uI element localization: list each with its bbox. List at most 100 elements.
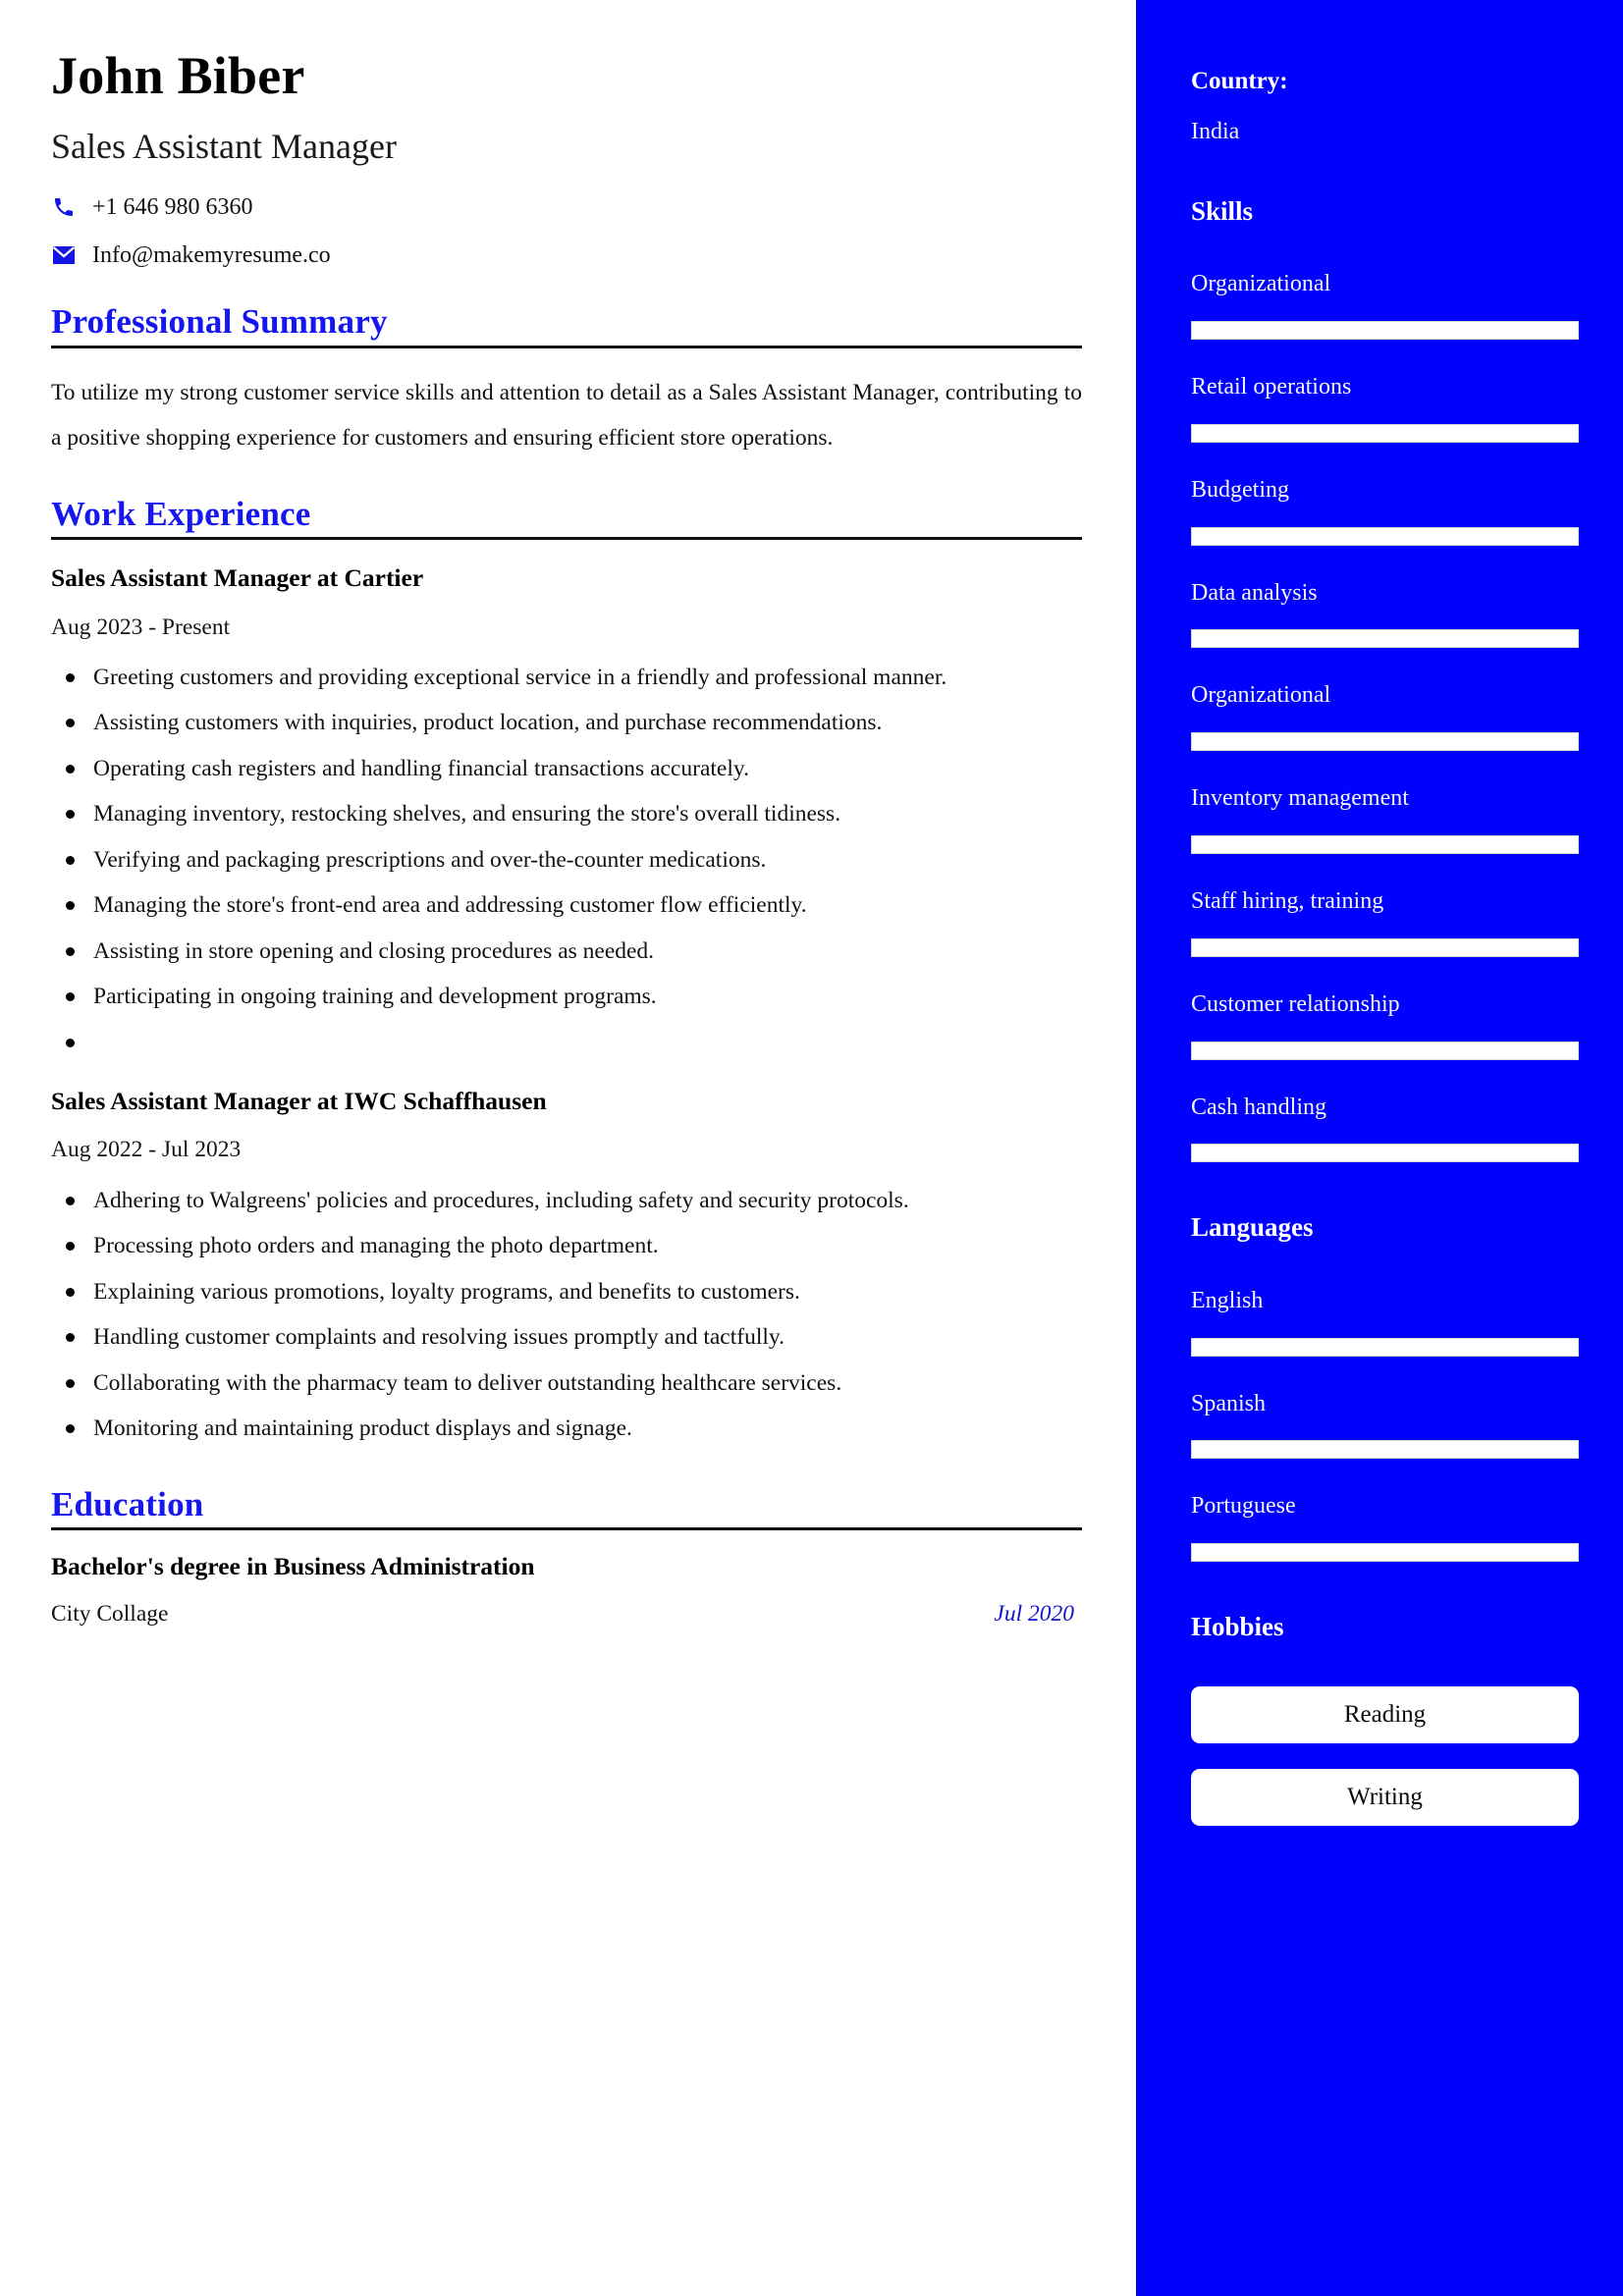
list-item: Greeting customers and providing excepti…: [51, 655, 1082, 701]
skill-item: Organizational: [1191, 681, 1579, 752]
list-item: Verifying and packaging prescriptions an…: [51, 837, 1082, 883]
language-meter: [1191, 1440, 1579, 1460]
section-title-education: Education: [51, 1484, 204, 1523]
skill-meter: [1191, 834, 1579, 854]
sidebar-heading-hobbies: Hobbies: [1191, 1612, 1284, 1642]
education-entry: Bachelor's degree in Business Administra…: [51, 1552, 1082, 1628]
list-item: Collaborating with the pharmacy team to …: [51, 1361, 1082, 1407]
section-title-summary: Professional Summary: [51, 302, 388, 342]
skill-label: Retail operations: [1191, 373, 1352, 400]
language-meter: [1191, 1543, 1579, 1563]
language-meter: [1191, 1337, 1579, 1357]
skill-meter: [1191, 1041, 1579, 1060]
experience-entry: Sales Assistant Manager at IWC Schaffhau…: [51, 1087, 1082, 1452]
skill-meter-fill: [1192, 733, 1578, 751]
list-item: Processing photo orders and managing the…: [51, 1223, 1082, 1269]
skill-meter-fill: [1192, 835, 1578, 853]
hobbies-list: Reading Writing: [1191, 1685, 1579, 1826]
experience-title: Sales Assistant Manager at IWC Schaffhau…: [51, 1086, 547, 1115]
phone-icon: [51, 194, 77, 220]
envelope-icon: [51, 242, 77, 268]
languages-list: English Spanish Portuguese: [1191, 1287, 1579, 1563]
skill-meter-fill: [1192, 527, 1578, 545]
experience-bullet-list: Greeting customers and providing excepti…: [51, 655, 1082, 1063]
language-meter-fill: [1192, 1544, 1578, 1562]
skill-meter-fill: [1192, 1145, 1578, 1162]
language-label: Spanish: [1191, 1390, 1267, 1416]
language-meter-fill: [1192, 1441, 1578, 1459]
skill-meter-fill: [1192, 1041, 1578, 1059]
experience-entry: Sales Assistant Manager at Cartier Aug 2…: [51, 563, 1082, 1063]
list-item: Adhering to Walgreens' policies and proc…: [51, 1178, 1082, 1224]
resume-page: John Biber Sales Assistant Manager +1 64…: [0, 0, 1623, 2296]
experience-bullet-list: Adhering to Walgreens' policies and proc…: [51, 1178, 1082, 1452]
skill-meter: [1191, 937, 1579, 957]
list-item: Participating in ongoing training and de…: [51, 974, 1082, 1020]
skill-meter-fill: [1192, 630, 1578, 648]
experience-title: Sales Assistant Manager at Cartier: [51, 562, 424, 592]
skill-label: Data analysis: [1191, 579, 1318, 606]
page-title: John Biber: [51, 46, 305, 105]
skill-meter: [1191, 526, 1579, 546]
skill-meter-fill: [1192, 321, 1578, 339]
skill-item: Inventory management: [1191, 784, 1579, 854]
list-item: Assisting in store opening and closing p…: [51, 929, 1082, 975]
list-item: Managing the store's front-end area and …: [51, 882, 1082, 929]
job-title-subtitle: Sales Assistant Manager: [51, 127, 397, 167]
list-item: Monitoring and maintaining product displ…: [51, 1406, 1082, 1452]
country-label: Country:: [1191, 68, 1288, 94]
section-header-experience: Work Experience: [51, 495, 1082, 540]
skill-item: Organizational: [1191, 270, 1579, 340]
skill-label: Organizational: [1191, 682, 1331, 709]
education-degree: Bachelor's degree in Business Administra…: [51, 1551, 535, 1580]
list-item: Managing inventory, restocking shelves, …: [51, 791, 1082, 837]
list-item: Operating cash registers and handling fi…: [51, 746, 1082, 792]
skill-meter-fill: [1192, 938, 1578, 956]
skill-item: Staff hiring, training: [1191, 887, 1579, 957]
skill-item: Data analysis: [1191, 579, 1579, 649]
skill-meter: [1191, 732, 1579, 752]
experience-dates: Aug 2022 - Jul 2023: [51, 1137, 242, 1163]
language-item: Spanish: [1191, 1390, 1579, 1460]
skill-meter: [1191, 320, 1579, 340]
section-header-summary: Professional Summary: [51, 302, 1082, 348]
skill-meter-fill: [1192, 424, 1578, 442]
language-label: English: [1191, 1287, 1264, 1313]
phone-number: +1 646 980 6360: [92, 193, 253, 220]
education-detail-row: City Collage Jul 2020: [51, 1600, 1082, 1628]
skill-label: Cash handling: [1191, 1094, 1326, 1120]
skill-item: Cash handling: [1191, 1094, 1579, 1163]
contact-email-row[interactable]: Info@makemyresume.co: [51, 241, 1082, 270]
sidebar-heading-languages: Languages: [1191, 1212, 1314, 1243]
summary-paragraph: To utilize my strong customer service sk…: [51, 379, 1082, 452]
resume-main-column: John Biber Sales Assistant Manager +1 64…: [0, 0, 1136, 2296]
skill-label: Staff hiring, training: [1191, 887, 1384, 914]
hobby-pill[interactable]: Writing: [1191, 1768, 1579, 1826]
skill-label: Customer relationship: [1191, 990, 1400, 1017]
skill-item: Customer relationship: [1191, 990, 1579, 1060]
section-header-education: Education: [51, 1485, 1082, 1530]
education-date: Jul 2020: [994, 1600, 1074, 1627]
experience-dates: Aug 2023 - Present: [51, 614, 231, 640]
skill-label: Organizational: [1191, 271, 1331, 297]
email-address: Info@makemyresume.co: [92, 241, 331, 268]
education-school: City Collage: [51, 1600, 169, 1627]
skill-item: Retail operations: [1191, 373, 1579, 443]
contact-phone-row[interactable]: +1 646 980 6360: [51, 193, 1082, 222]
skill-label: Budgeting: [1191, 476, 1289, 503]
language-item: Portuguese: [1191, 1492, 1579, 1563]
language-label: Portuguese: [1191, 1493, 1296, 1520]
list-item: Handling customer complaints and resolvi…: [51, 1314, 1082, 1361]
skill-meter: [1191, 1144, 1579, 1163]
skills-list: Organizational Retail operations Budgeti…: [1191, 270, 1579, 1163]
skill-label: Inventory management: [1191, 785, 1409, 812]
list-item: Assisting customers with inquiries, prod…: [51, 700, 1082, 746]
language-meter-fill: [1192, 1338, 1578, 1356]
sidebar-heading-skills: Skills: [1191, 195, 1254, 226]
hobby-pill[interactable]: Reading: [1191, 1685, 1579, 1743]
language-item: English: [1191, 1287, 1579, 1357]
skill-item: Budgeting: [1191, 476, 1579, 546]
skill-meter: [1191, 629, 1579, 649]
resume-sidebar: Country: India Skills Organizational Ret…: [1136, 0, 1623, 2296]
list-item: Explaining various promotions, loyalty p…: [51, 1269, 1082, 1315]
